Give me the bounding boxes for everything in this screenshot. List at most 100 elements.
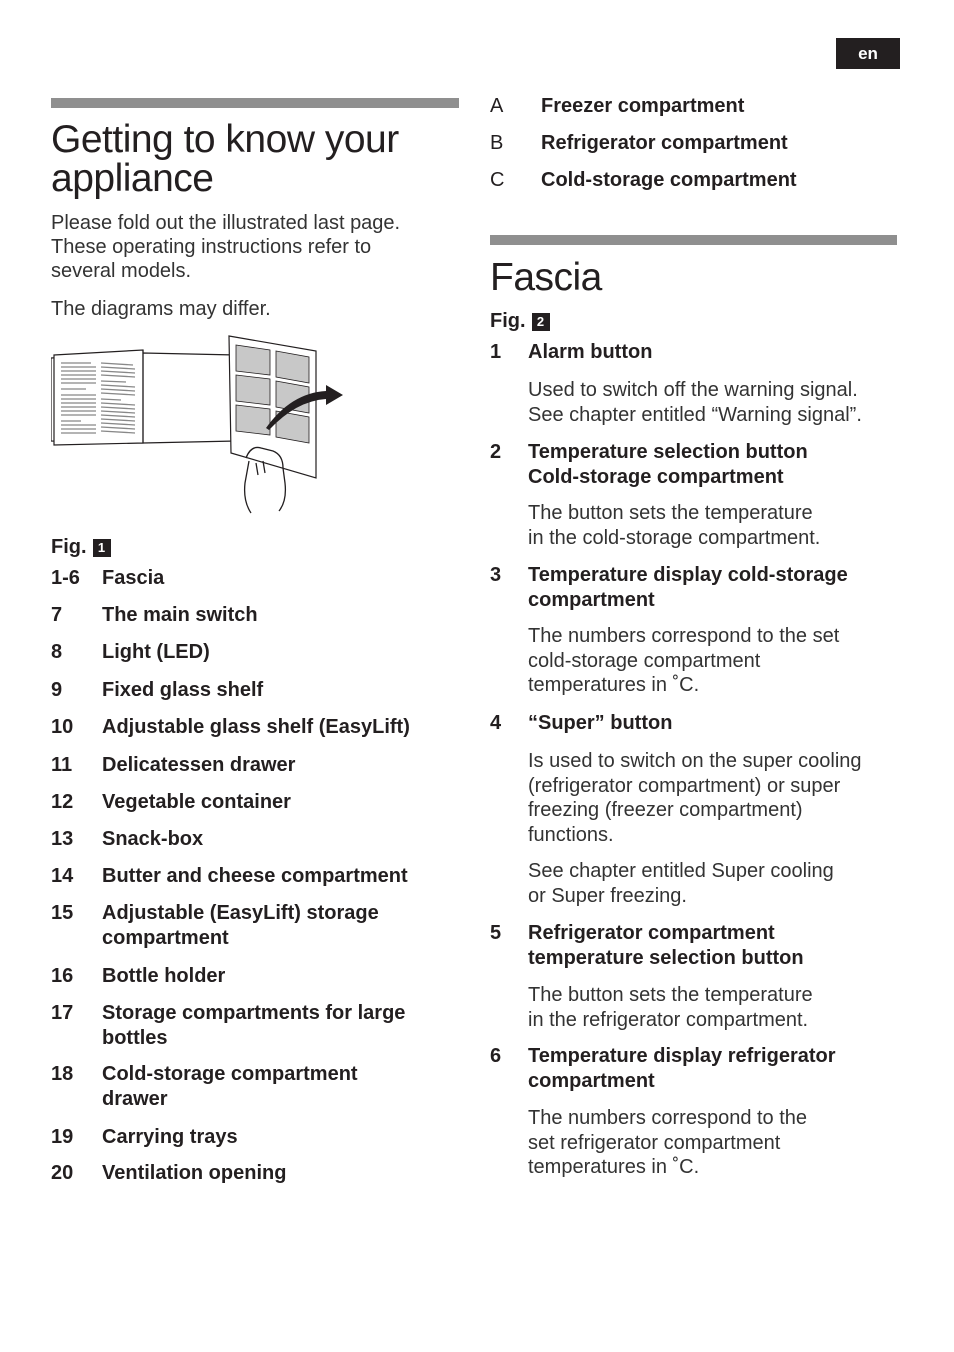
parts-list-item: 13 Snack-box — [51, 827, 461, 852]
fascia-item: 2 Temperature selection button Cold-storag… — [490, 440, 900, 489]
fascia-item: 6 Temperature display refrigerator compart… — [490, 1044, 900, 1093]
item-number: 3 — [490, 564, 502, 586]
compartment-item: B Refrigerator compartment — [490, 131, 900, 156]
intro-line: Please fold out the illustrated last pag… — [51, 212, 401, 234]
description-line: cold-storage compartment — [528, 649, 761, 672]
diagram-note: The diagrams may differ. — [51, 298, 271, 320]
figure-number-badge: 2 — [531, 312, 550, 331]
parts-list-item: 20 Ventilation opening — [51, 1161, 461, 1186]
item-description: Used to switch off the warning signal. Se… — [528, 378, 908, 427]
item-label: Fixed glass shelf — [102, 678, 461, 703]
figure-number-badge: 1 — [92, 538, 111, 557]
item-label-line: Ventilation opening — [102, 1162, 287, 1184]
item-number: 18 — [51, 1063, 74, 1085]
item-number: 19 — [51, 1126, 74, 1148]
item-label-line: Temperature display cold-storage — [528, 564, 848, 586]
item-description: The button sets the temperature in the re… — [528, 983, 908, 1032]
description-line: (refrigerator compartment) or super — [528, 774, 841, 797]
item-label: Butter and cheese compartment — [102, 864, 461, 889]
item-label: Carrying trays — [102, 1125, 461, 1150]
item-label: Refrigerator compartment temperature sele… — [528, 921, 900, 970]
item-label: “Super” button — [528, 711, 900, 736]
parts-list-item: 9 Fixed glass shelf — [51, 678, 461, 703]
item-description: See chapter entitled Super cooling or Sup… — [528, 859, 908, 908]
item-label-line: compartment — [528, 588, 655, 611]
item-label-line: drawer — [102, 1087, 168, 1110]
item-label-line: bottles — [102, 1026, 168, 1049]
intro-line: several models. — [51, 260, 192, 282]
item-label-line: compartment — [102, 926, 229, 949]
item-label: Light (LED) — [102, 640, 461, 665]
description-line: functions. — [528, 823, 614, 846]
item-label-line: Fascia — [102, 567, 165, 589]
item-number: 16 — [51, 965, 74, 987]
item-label-line: compartment — [528, 1069, 655, 1092]
parts-list-item: 17 Storage compartments for large bottles — [51, 1001, 461, 1050]
item-label: Ventilation opening — [102, 1161, 461, 1186]
item-number: 13 — [51, 828, 74, 850]
figure-label: Fig. — [490, 310, 526, 332]
item-number: 15 — [51, 902, 74, 924]
compartment-label: Cold-storage compartment — [541, 169, 797, 191]
item-label-line: The main switch — [102, 604, 258, 626]
description-line: The numbers correspond to the set — [528, 625, 840, 647]
section-title-fascia: Fascia — [490, 256, 602, 299]
item-label: The main switch — [102, 603, 461, 628]
item-description: The numbers correspond to the set refrige… — [528, 1106, 908, 1180]
fascia-item: 1 Alarm button — [490, 340, 900, 365]
item-number: 2 — [490, 441, 502, 463]
parts-list-item: 1-6 Fascia — [51, 566, 461, 591]
item-label: Temperature display cold-storage compartm… — [528, 563, 900, 612]
item-label-line: Alarm button — [528, 341, 653, 363]
item-number: 1 — [490, 341, 502, 363]
compartment-item: A Freezer compartment — [490, 94, 900, 119]
parts-list-item: 15 Adjustable (EasyLift) storage compartme… — [51, 901, 461, 950]
description-line: freezing (freezer compartment) — [528, 799, 803, 821]
description-line: in the cold-storage compartment. — [528, 526, 821, 549]
item-number: 7 — [51, 604, 63, 626]
item-number: 10 — [51, 716, 74, 738]
item-label-line: Storage compartments for large — [102, 1002, 406, 1024]
intro-line: These operating instructions refer to — [51, 236, 372, 258]
description-line: Used to switch off the warning signal. — [528, 379, 858, 401]
fascia-item: 4 “Super” button — [490, 711, 900, 736]
item-description: Is used to switch on the super cooling (r… — [528, 749, 908, 847]
item-label-line: Refrigerator compartment — [528, 922, 775, 944]
intro-paragraph: Please fold out the illustrated last pag… — [51, 211, 400, 283]
item-label: Adjustable glass shelf (EasyLift) — [102, 715, 461, 740]
fold-out-page-icon — [228, 335, 317, 479]
parts-list-item: 10 Adjustable glass shelf (EasyLift) — [51, 715, 461, 740]
description-line: set refrigerator compartment — [528, 1131, 781, 1154]
item-label-line: Temperature selection button — [528, 441, 808, 463]
description-line: in the refrigerator compartment. — [528, 1008, 809, 1031]
item-number: 14 — [51, 865, 74, 887]
item-label-line: Snack-box — [102, 828, 204, 850]
item-label-line: Vegetable container — [102, 791, 291, 813]
parts-list-item: 14 Butter and cheese compartment — [51, 864, 461, 889]
item-number: 8 — [51, 641, 63, 663]
item-label: Temperature selection button Cold-storage… — [528, 440, 900, 489]
item-label-line: “Super” button — [528, 712, 673, 734]
figure-reference-2: Fig. 2 — [490, 310, 550, 333]
description-line: temperatures in ˚C. — [528, 674, 700, 696]
description-line: The button sets the temperature — [528, 502, 813, 524]
item-number: 5 — [490, 922, 502, 944]
parts-list-item: 7 The main switch — [51, 603, 461, 628]
item-description: The button sets the temperature in the co… — [528, 501, 908, 550]
page-title: Getting to know your appliance — [51, 120, 399, 198]
compartment-letter: B — [490, 132, 504, 154]
compartment-letter: C — [490, 169, 505, 191]
item-label-line: Cold-storage compartment — [102, 1063, 358, 1085]
item-label: Delicatessen drawer — [102, 753, 461, 778]
item-description: The numbers correspond to the set cold-st… — [528, 624, 908, 698]
item-label-line: Adjustable glass shelf (EasyLift) — [102, 716, 410, 738]
open-book-icon — [51, 349, 237, 446]
item-label: Storage compartments for large bottles — [102, 1001, 461, 1050]
section-rule — [490, 235, 897, 245]
description-line: See chapter entitled “Warning signal”. — [528, 403, 862, 426]
item-number: 12 — [51, 791, 74, 813]
description-line: See chapter entitled Super cooling — [528, 860, 834, 882]
parts-list-item: 12 Vegetable container — [51, 790, 461, 815]
item-label: Adjustable (EasyLift) storage compartment — [102, 901, 461, 950]
item-label: Vegetable container — [102, 790, 461, 815]
